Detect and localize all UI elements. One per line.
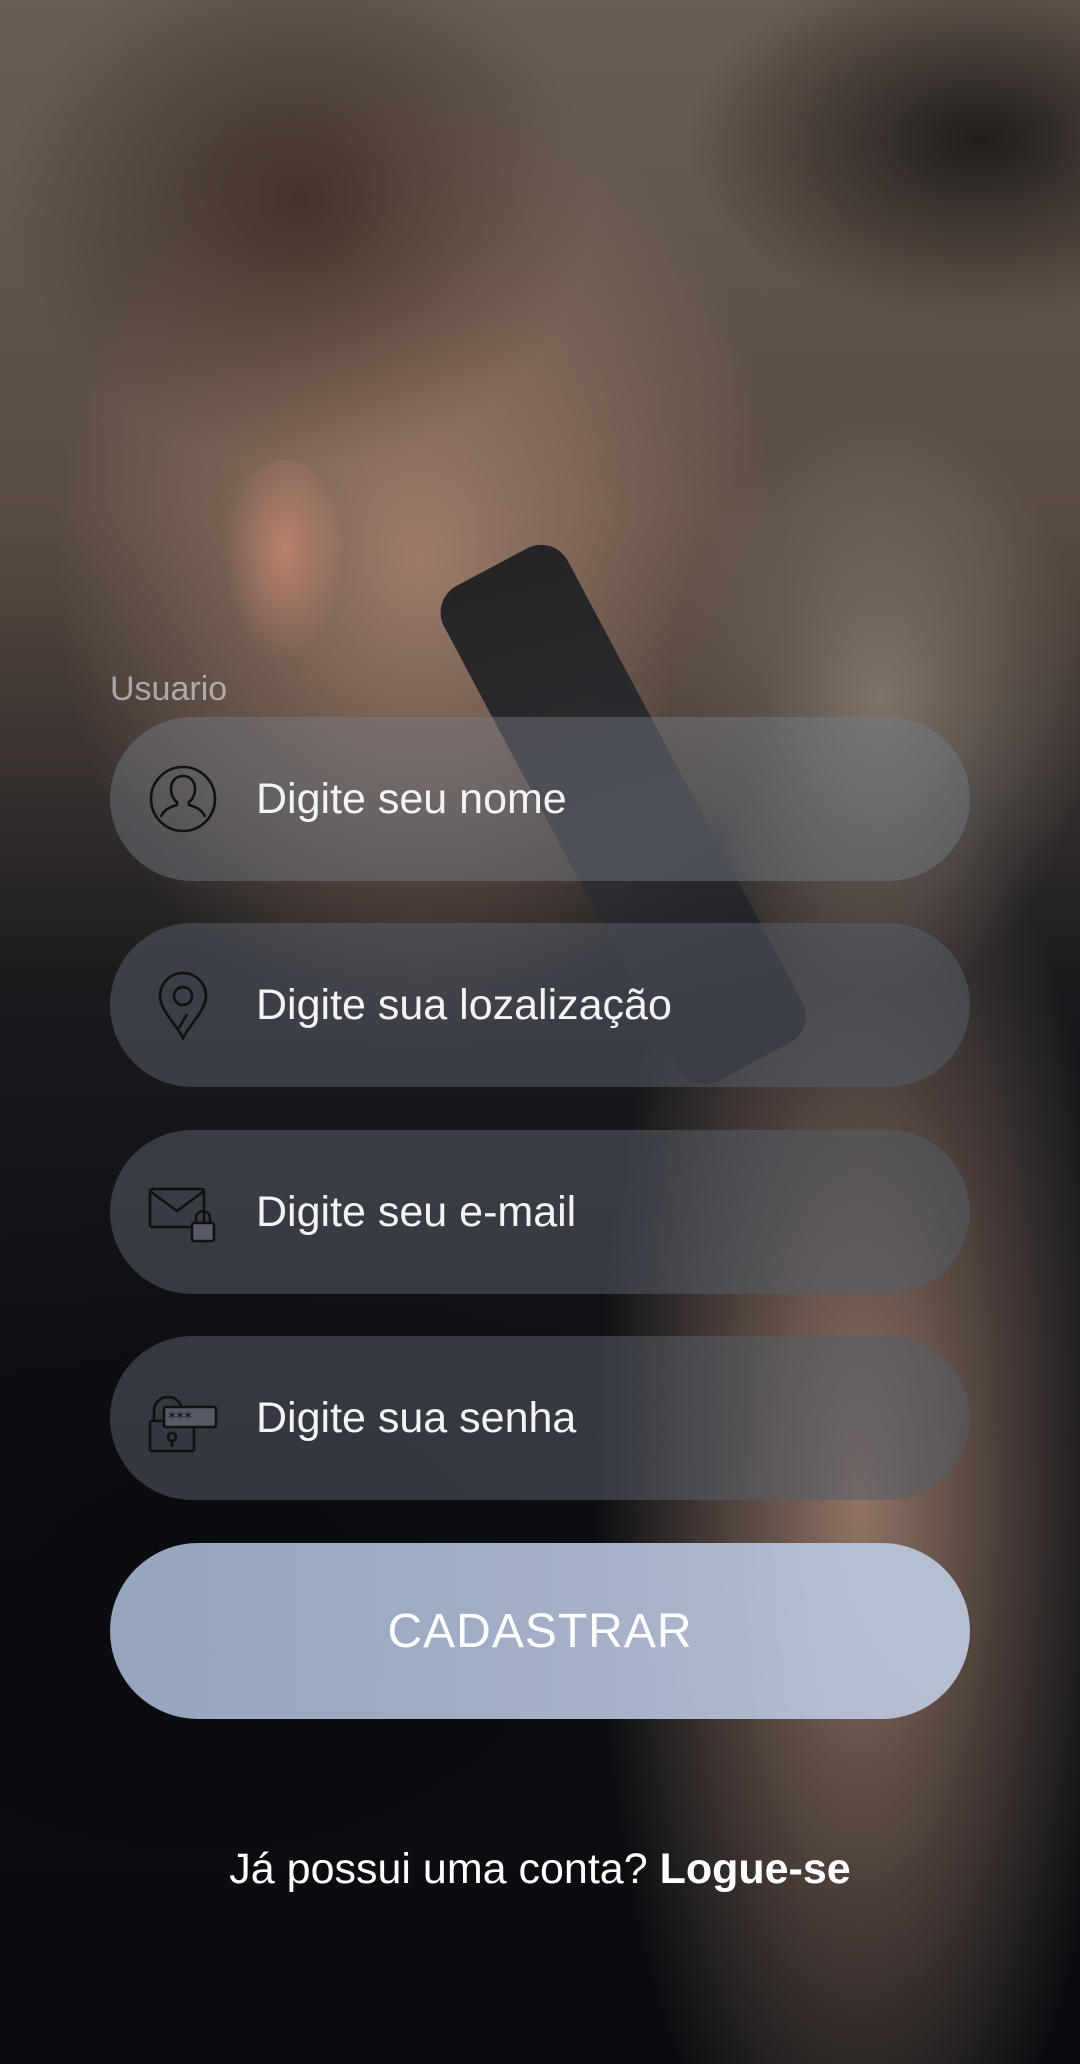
signup-screen: Usuario Digite seu nome Digite sua lozal… xyxy=(0,0,1080,2064)
location-input[interactable] xyxy=(256,923,936,1087)
user-icon xyxy=(146,762,220,836)
login-prompt-text: Já possui uma conta? xyxy=(229,1845,648,1893)
location-field[interactable] xyxy=(110,923,970,1087)
email-input[interactable] xyxy=(256,1130,936,1294)
name-field[interactable] xyxy=(110,717,970,881)
name-input[interactable] xyxy=(256,717,936,881)
login-prompt: Já possui uma conta? Logue-se xyxy=(0,1845,1080,1894)
password-lock-icon: *** xyxy=(146,1381,220,1455)
location-pin-icon xyxy=(146,968,220,1042)
register-button[interactable]: CADASTRAR xyxy=(110,1543,970,1719)
email-lock-icon xyxy=(146,1175,220,1249)
svg-text:***: *** xyxy=(168,1408,192,1427)
password-field[interactable]: *** xyxy=(110,1336,970,1500)
background-photo-ear xyxy=(225,460,345,660)
email-field[interactable] xyxy=(110,1130,970,1294)
password-input[interactable] xyxy=(256,1336,936,1500)
username-label: Usuario xyxy=(110,670,228,708)
login-link[interactable]: Logue-se xyxy=(660,1845,851,1893)
